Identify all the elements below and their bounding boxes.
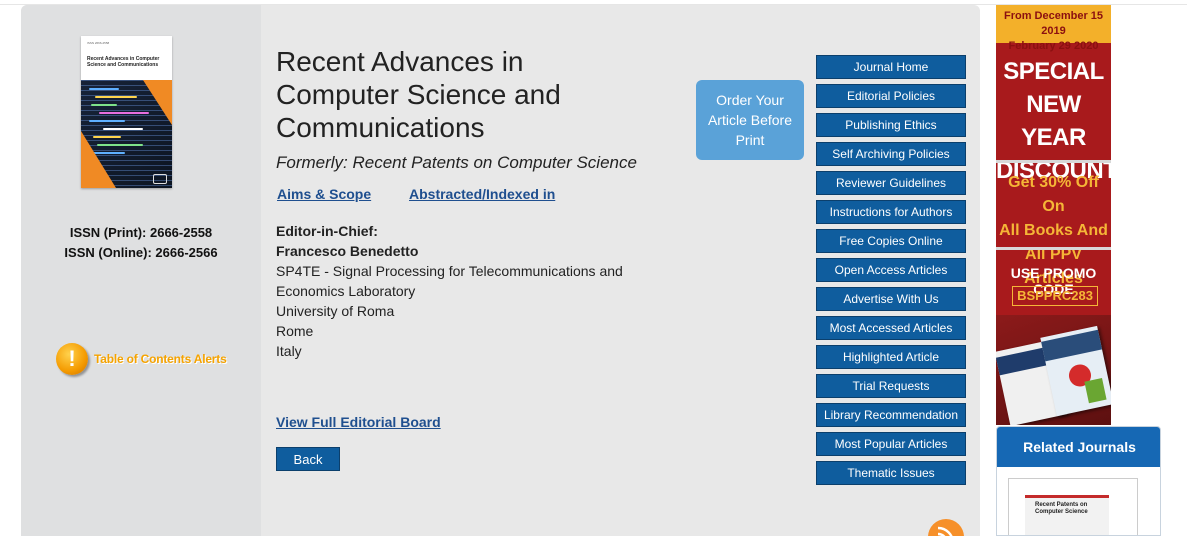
editor-city: Rome: [276, 323, 314, 339]
editor-affiliation: Economics Laboratory: [276, 283, 416, 299]
promo-headline: SPECIAL NEW YEAR DISCOUNT!: [996, 55, 1111, 187]
editor-university: University of Roma: [276, 303, 395, 319]
cover-header: ISSN 2666-2558 Recent Advances in Comput…: [81, 36, 172, 80]
nav-trial-requests[interactable]: Trial Requests: [816, 374, 966, 398]
promo-offer-line: All Books And: [999, 222, 1108, 239]
abstracted-indexed-link[interactable]: Abstracted/Indexed in: [409, 186, 555, 202]
rss-feed-button[interactable]: [928, 519, 964, 536]
nav-editorial-policies[interactable]: Editorial Policies: [816, 84, 966, 108]
nav-library-recommendation[interactable]: Library Recommendation: [816, 403, 966, 427]
promo-banner[interactable]: From December 15 2019 February 29 2020 S…: [996, 5, 1111, 425]
editor-in-chief-block: Editor-in-Chief: Francesco Benedetto SP4…: [276, 221, 656, 361]
nav-journal-home[interactable]: Journal Home: [816, 55, 966, 79]
journal-panel: ISSN 2666-2558 Recent Advances in Comput…: [21, 5, 980, 536]
editor-affiliation: SP4TE - Signal Processing for Telecommun…: [276, 263, 623, 279]
related-journal-cover[interactable]: Recent Patents on Computer Science: [1008, 478, 1138, 535]
journal-cover-image[interactable]: ISSN 2666-2558 Recent Advances in Comput…: [81, 36, 172, 188]
nav-publishing-ethics[interactable]: Publishing Ethics: [816, 113, 966, 137]
cover-orange-shape: [143, 80, 172, 125]
nav-self-archiving[interactable]: Self Archiving Policies: [816, 142, 966, 166]
publisher-logo: [153, 174, 167, 184]
toc-alerts-link[interactable]: ! Table of Contents Alerts: [56, 341, 246, 377]
nav-open-access[interactable]: Open Access Articles: [816, 258, 966, 282]
cover-orange-shape: [81, 131, 116, 188]
nav-reviewer-guidelines[interactable]: Reviewer Guidelines: [816, 171, 966, 195]
promo-date-end: February 29 2020: [1008, 40, 1099, 52]
editor-heading: Editor-in-Chief:: [276, 223, 378, 239]
promo-books-image: [996, 315, 1111, 425]
related-journals-box: Related Journals Recent Patents on Compu…: [996, 426, 1161, 536]
formerly-title: Formerly: Recent Patents on Computer Sci…: [276, 153, 637, 172]
nav-advertise[interactable]: Advertise With Us: [816, 287, 966, 311]
toc-alerts-label: Table of Contents Alerts: [94, 352, 227, 366]
back-button[interactable]: Back: [276, 447, 340, 471]
promo-offer-line: Get 30% Off On: [1008, 174, 1099, 215]
order-article-button[interactable]: Order Your Article Before Print: [696, 80, 804, 160]
promo-divider: [996, 160, 1111, 163]
nav-most-accessed[interactable]: Most Accessed Articles: [816, 316, 966, 340]
issn-online: ISSN (Online): 2666-2566: [64, 245, 218, 260]
nav-free-copies[interactable]: Free Copies Online: [816, 229, 966, 253]
nav-most-popular[interactable]: Most Popular Articles: [816, 432, 966, 456]
promo-divider: [996, 247, 1111, 250]
promo-date-start: From December 15 2019: [1003, 10, 1104, 37]
promo-headline-line: SPECIAL: [1003, 58, 1104, 85]
issn-print: ISSN (Print): 2666-2558: [69, 225, 213, 240]
cover-issn: ISSN 2666-2558: [87, 41, 110, 45]
nav-instructions-authors[interactable]: Instructions for Authors: [816, 200, 966, 224]
nav-thematic-issues[interactable]: Thematic Issues: [816, 461, 966, 485]
editor-country: Italy: [276, 343, 302, 359]
rss-icon: [937, 526, 953, 536]
left-column: ISSN 2666-2558 Recent Advances in Comput…: [21, 5, 261, 536]
promo-headline-line: NEW YEAR: [1021, 91, 1086, 151]
nav-highlighted[interactable]: Highlighted Article: [816, 345, 966, 369]
journal-title: Recent Advances in Computer Science and …: [276, 46, 561, 143]
related-journal-title: Recent Patents on Computer Science: [1035, 502, 1088, 515]
related-cover-art: Recent Patents on Computer Science: [1025, 495, 1109, 535]
promo-code: BSPPRC283: [1012, 286, 1098, 306]
editor-name: Francesco Benedetto: [276, 243, 419, 259]
cover-title: Recent Advances in Computer Science and …: [87, 56, 160, 68]
view-editorial-board-link[interactable]: View Full Editorial Board: [276, 414, 441, 430]
exclamation-icon: !: [56, 343, 88, 375]
promo-dates: From December 15 2019 February 29 2020: [996, 5, 1111, 52]
related-journals-heading: Related Journals: [997, 427, 1160, 467]
aims-scope-link[interactable]: Aims & Scope: [277, 186, 371, 202]
